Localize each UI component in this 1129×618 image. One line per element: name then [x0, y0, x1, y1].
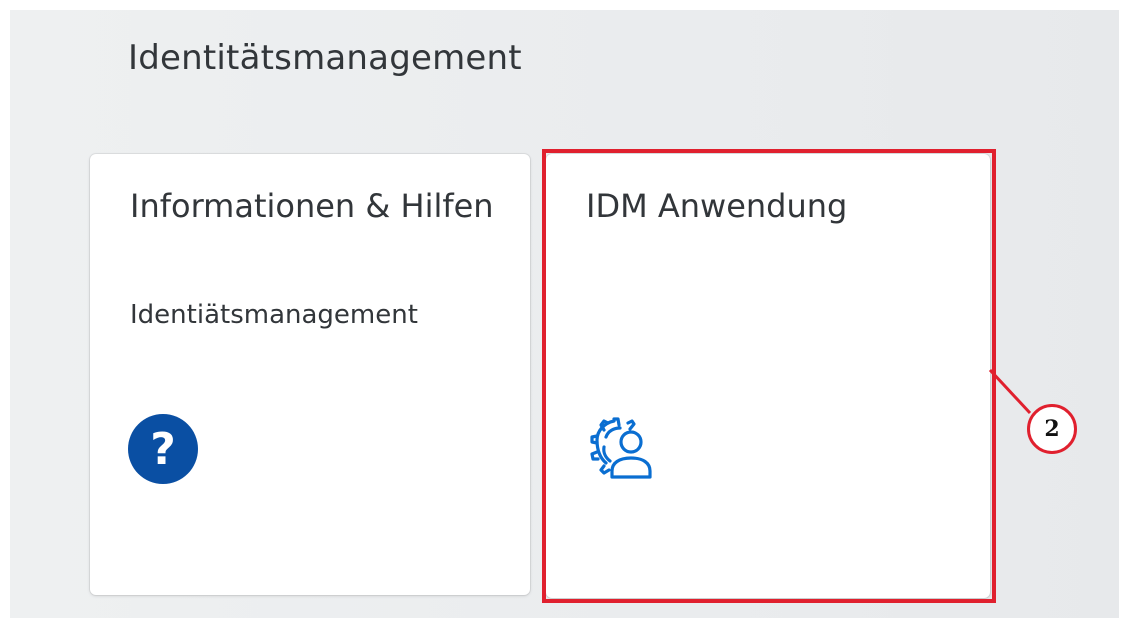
tile-informationen-hilfen[interactable]: Informationen & Hilfen Identiätsmanageme…: [90, 154, 530, 595]
tile-idm-anwendung[interactable]: IDM Anwendung: [546, 154, 990, 598]
tile-title: IDM Anwendung: [586, 187, 848, 225]
tile-title: Informationen & Hilfen: [130, 187, 494, 225]
tile-subtitle: Identiätsmanagement: [130, 300, 418, 330]
step-number-badge: 2: [1027, 404, 1077, 454]
question-circle-icon: ?: [128, 414, 198, 484]
user-settings-icon: [590, 417, 652, 479]
svg-text:?: ?: [150, 424, 176, 475]
group-title: Identitätsmanagement: [128, 38, 522, 78]
